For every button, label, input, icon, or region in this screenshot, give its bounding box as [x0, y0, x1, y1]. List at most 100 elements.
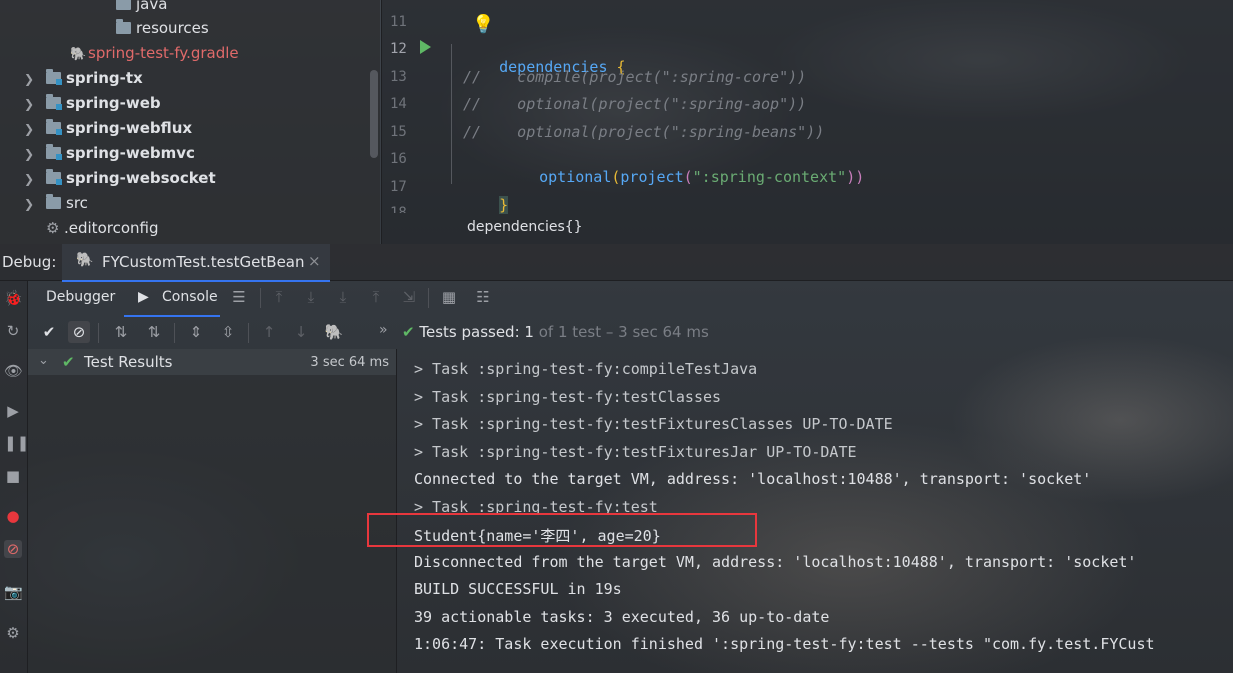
folder-icon — [116, 19, 131, 34]
console-output[interactable]: > Task :spring-test-fy:compileTestJava >… — [397, 349, 1233, 673]
chevron-right-icon[interactable]: ❯ — [24, 168, 38, 190]
code-paren: )) — [846, 168, 865, 186]
tree-item-src[interactable]: ❯ src — [24, 192, 88, 214]
toolbar-separator — [248, 323, 249, 343]
line-number: 18 — [390, 205, 407, 213]
close-icon[interactable]: × — [308, 252, 321, 270]
chevron-right-icon[interactable]: ❯ — [24, 118, 38, 140]
console-line: Disconnected from the target VM, address… — [414, 553, 1137, 571]
menu-icon[interactable]: ☰ — [228, 286, 250, 308]
tree-item-label: spring-websocket — [66, 169, 216, 187]
sort-duration-icon[interactable]: ⇅ — [143, 321, 165, 343]
console-line: BUILD SUCCESSFUL in 19s — [414, 580, 622, 598]
sort-alpha-icon[interactable]: ⇅ — [110, 321, 132, 343]
resume-icon[interactable]: ▶ — [4, 402, 22, 420]
tab-console-label: Console — [162, 289, 218, 305]
chevron-right-icon[interactable]: ❯ — [24, 93, 38, 115]
toolbar-separator — [428, 288, 429, 308]
mute-breakpoints-icon[interactable]: ⊘ — [4, 540, 22, 558]
console-line: > Task :spring-test-fy:compileTestJava — [414, 360, 758, 378]
more-actions-icon[interactable]: » — [379, 322, 388, 338]
evaluate-expression-icon[interactable]: ▦ — [438, 286, 460, 308]
trace-icon[interactable]: ☷ — [472, 286, 494, 308]
tree-item-spring-websocket[interactable]: ❯ spring-websocket — [24, 167, 216, 189]
module-folder-icon — [46, 69, 62, 85]
tree-item-spring-webflux[interactable]: ❯ spring-webflux — [24, 117, 192, 139]
gradle-elephant-icon: 🐘 — [76, 252, 94, 268]
tests-passed-count: 1 — [524, 323, 534, 341]
lightbulb-icon[interactable]: 💡 — [472, 14, 494, 35]
expand-all-icon[interactable]: ⇕ — [185, 321, 207, 343]
code-comment: // compile(project(":spring-core")) — [463, 68, 807, 86]
previous-failed-icon[interactable]: ↑ — [258, 321, 280, 343]
tree-item-label: resources — [136, 19, 209, 37]
step-into-icon[interactable]: ⤓ — [332, 286, 354, 308]
tests-passed-detail: of 1 test – 3 sec 64 ms — [538, 323, 709, 341]
test-results-time: 3 sec 64 ms — [310, 355, 389, 370]
chevron-right-icon[interactable]: ❯ — [24, 193, 38, 215]
pause-icon[interactable]: ❚❚ — [4, 434, 29, 452]
tree-item-java[interactable]: java — [116, 0, 167, 15]
code-editor[interactable]: 11 12 13 14 15 16 17 18 💡 dependencies {… — [381, 0, 1233, 244]
chevron-right-icon[interactable]: ❯ — [24, 68, 38, 90]
module-folder-icon — [46, 169, 62, 185]
next-failed-icon[interactable]: ↓ — [290, 321, 312, 343]
console-line: 1:06:47: Task execution finished ':sprin… — [414, 635, 1155, 653]
show-execution-point-icon[interactable]: ⤒ — [268, 286, 290, 308]
tree-item-label: java — [136, 0, 168, 13]
test-results-root-row[interactable]: ⌄ ✔ Test Results 3 sec 64 ms — [28, 349, 396, 375]
folder-icon — [116, 0, 131, 10]
folder-icon — [46, 194, 61, 209]
step-out-icon[interactable]: ⤒ — [365, 286, 387, 308]
tab-console[interactable]: ▶ Console — [124, 281, 220, 317]
tree-item-resources[interactable]: resources — [116, 17, 209, 39]
tree-item-label: spring-webmvc — [66, 144, 195, 162]
tab-debugger[interactable]: Debugger — [46, 289, 115, 305]
tree-item-label: spring-tx — [66, 69, 143, 87]
module-folder-icon — [46, 119, 62, 135]
run-to-cursor-icon[interactable]: ⇲ — [398, 286, 420, 308]
module-folder-icon — [46, 144, 62, 160]
console-icon: ▶ — [138, 289, 149, 305]
fold-guide — [451, 44, 459, 184]
tests-passed-label: Tests passed: — [419, 323, 520, 341]
show-passed-icon[interactable]: ✔ — [38, 321, 60, 343]
import-tests-icon[interactable]: 🐘 — [323, 321, 345, 343]
breakpoints-icon[interactable]: ● — [4, 507, 22, 525]
stop-icon[interactable]: ■ — [4, 467, 22, 485]
gear-icon: ⚙ — [46, 219, 60, 237]
step-over-icon[interactable]: ⤓ — [300, 286, 322, 308]
code-brace: } — [499, 196, 509, 214]
chevron-down-icon[interactable]: ⌄ — [38, 353, 49, 368]
tree-scrollbar[interactable] — [370, 70, 378, 158]
debug-session-tab[interactable]: 🐘 FYCustomTest.testGetBean × — [62, 244, 330, 282]
tree-item-spring-web[interactable]: ❯ spring-web — [24, 92, 161, 114]
bug-icon[interactable]: 🐞 — [4, 289, 23, 307]
tree-item-gradle-file[interactable]: 🐘 spring-test-fy.gradle — [70, 42, 239, 64]
camera-icon[interactable]: 📷 — [4, 583, 23, 601]
editor-breadcrumb[interactable]: dependencies{} — [467, 219, 583, 235]
tree-item-editorconfig[interactable]: ⚙ .editorconfig — [46, 217, 158, 239]
tree-item-label: .editorconfig — [64, 219, 159, 237]
test-results-label: Test Results — [84, 353, 173, 371]
eye-icon[interactable]: 👁 — [4, 362, 23, 380]
run-gutter-icon[interactable] — [420, 40, 431, 54]
gradle-elephant-icon: 🐘 — [70, 47, 87, 62]
tree-item-spring-tx[interactable]: ❯ spring-tx — [24, 67, 143, 89]
tree-item-label: spring-webflux — [66, 119, 193, 137]
tree-item-label: src — [66, 194, 88, 212]
code-comment: // optional(project(":spring-beans")) — [463, 123, 825, 141]
tree-item-label: spring-web — [66, 94, 161, 112]
tree-item-spring-webmvc[interactable]: ❯ spring-webmvc — [24, 142, 195, 164]
code-comment: // optional(project(":spring-aop")) — [463, 95, 807, 113]
test-results-panel: ⌄ ✔ Test Results 3 sec 64 ms — [28, 349, 397, 673]
rerun-icon[interactable]: ↻ — [4, 322, 22, 340]
test-toolbar-row: ✔ ⊘ ⇅ ⇅ ⇕ ⇳ ↑ ↓ 🐘 » ✔ Tests passed: 1 of… — [28, 315, 1233, 349]
show-ignored-icon[interactable]: ⊘ — [68, 321, 90, 343]
console-line: Connected to the target VM, address: 'lo… — [414, 470, 1092, 488]
settings-gear-icon[interactable]: ⚙ — [4, 624, 22, 642]
code-paren: ( — [683, 168, 693, 186]
collapse-all-icon[interactable]: ⇳ — [217, 321, 239, 343]
chevron-right-icon[interactable]: ❯ — [24, 143, 38, 165]
debug-session-label: FYCustomTest.testGetBean — [102, 253, 305, 271]
